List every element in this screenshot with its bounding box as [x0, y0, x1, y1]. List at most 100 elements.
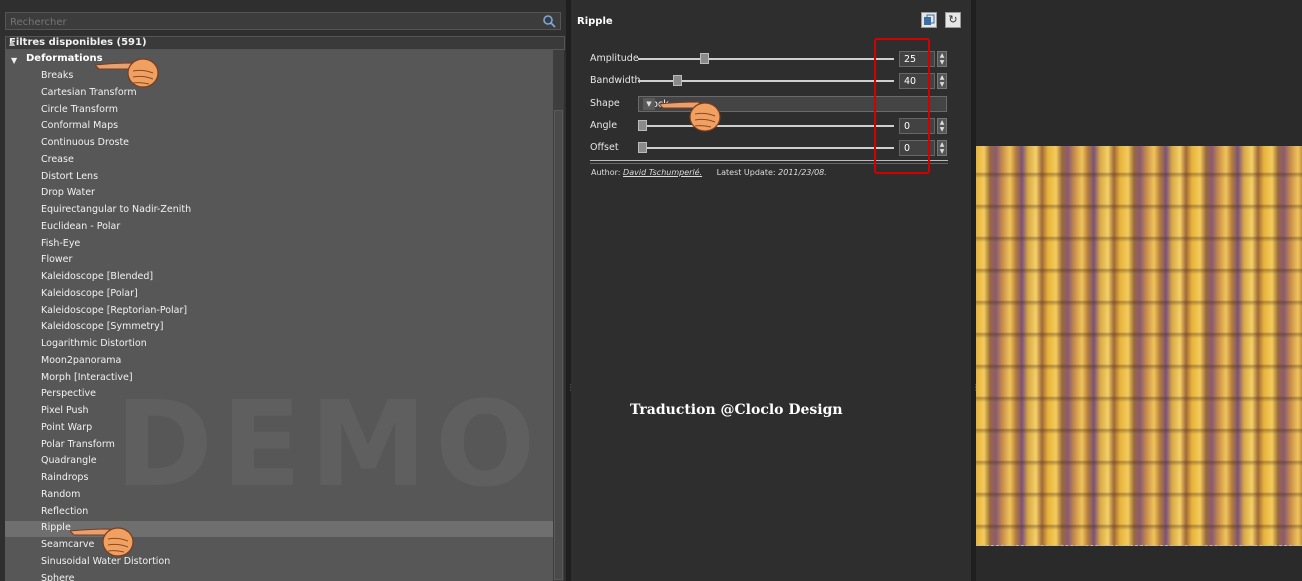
filter-item[interactable]: Kaleidoscope [Polar]	[5, 287, 553, 303]
filter-item[interactable]: Equirectangular to Nadir-Zenith	[5, 203, 553, 219]
filter-item[interactable]: Logarithmic Distortion	[5, 337, 553, 353]
translation-credit: Traduction @Cloclo Design	[630, 402, 843, 418]
filter-item-label: Random	[41, 488, 81, 500]
filter-item-label: Moon2panorama	[41, 354, 122, 366]
param-label: Bandwidth	[590, 75, 641, 86]
update-label: Latest Update:	[716, 168, 776, 177]
filter-item-label: Euclidean - Polar	[41, 220, 121, 232]
copy-to-input-button[interactable]	[921, 12, 937, 28]
filter-item[interactable]: Perspective	[5, 387, 553, 403]
filter-item[interactable]: Raindrops	[5, 471, 553, 487]
filter-item[interactable]: Conformal Maps	[5, 119, 553, 135]
filter-item-label: Logarithmic Distortion	[41, 338, 147, 349]
param-label: Amplitude	[590, 53, 639, 64]
preview-image[interactable]	[976, 146, 1302, 546]
layers-icon	[924, 14, 935, 25]
search-icon[interactable]	[542, 14, 556, 28]
filter-item-label: Crease	[41, 153, 74, 165]
filters-panel: Filtres disponibles (591) ▲ DEMO VERS ▼ …	[0, 0, 566, 581]
author-line: Author: David Tschumperlé. Latest Update…	[591, 168, 827, 177]
preview-panel	[976, 0, 1302, 581]
param-label: Angle	[590, 120, 618, 131]
slider-handle[interactable]	[672, 75, 682, 86]
slider-handle[interactable]	[699, 53, 709, 64]
filters-tree: DEMO VERS ▼ Deformations BreaksCartesian…	[5, 50, 553, 581]
filter-item[interactable]: Circle Transform	[5, 103, 553, 119]
filters-scrollbar[interactable]	[553, 50, 564, 581]
filter-item-label: Sphere	[41, 572, 75, 581]
expand-triangle-icon[interactable]: ▼	[11, 56, 17, 65]
filter-item-label: Quadrangle	[41, 455, 97, 467]
filter-item[interactable]: Fish-Eye	[5, 237, 553, 253]
filter-item-label: Pixel Push	[41, 405, 89, 416]
filter-item[interactable]: Distort Lens	[5, 170, 553, 186]
search-box[interactable]	[5, 12, 561, 30]
filter-item-label: Continuous Droste	[41, 137, 130, 148]
filter-item-label: Raindrops	[41, 472, 89, 483]
filter-settings-panel: Ripple ↻ Amplitude 25 ▲ ▼ Bandwidth 40 ▲ ▼ Shape…	[571, 0, 971, 581]
slider-track[interactable]	[638, 58, 894, 60]
slider-handle[interactable]	[638, 120, 647, 131]
filter-item[interactable]: Polar Transform	[5, 438, 553, 454]
filter-item[interactable]: Kaleidoscope [Symmetry]	[5, 320, 553, 336]
author-link[interactable]: David Tschumperlé.	[623, 168, 702, 177]
spin-arrows-icon[interactable]: ▲ ▼	[937, 51, 947, 67]
filter-item-label: Kaleidoscope [Reptorian-Polar]	[41, 304, 188, 316]
scrollbar-thumb[interactable]	[554, 110, 563, 580]
category-label: Deformations	[26, 53, 103, 64]
filter-item[interactable]: Sphere	[5, 572, 553, 581]
filter-item-label: Equirectangular to Nadir-Zenith	[41, 204, 192, 215]
filter-item[interactable]: Cartesian Transform	[5, 86, 553, 102]
refresh-icon: ↻	[948, 13, 958, 26]
filter-item-label: Kaleidoscope [Polar]	[41, 287, 138, 299]
update-date: 2011/23/08.	[778, 168, 827, 177]
category-deformations[interactable]: ▼ Deformations	[5, 52, 553, 68]
slider-handle[interactable]	[638, 142, 647, 153]
spin-arrows-icon[interactable]: ▲ ▼	[937, 73, 947, 89]
filter-item[interactable]: Morph [Interactive]	[5, 371, 553, 387]
filter-item[interactable]: Moon2panorama	[5, 354, 553, 370]
spin-arrows-icon[interactable]: ▲ ▼	[937, 140, 947, 156]
spin-arrows-icon[interactable]: ▲ ▼	[937, 118, 947, 134]
filter-item[interactable]: Pixel Push	[5, 404, 553, 420]
search-input[interactable]	[8, 14, 542, 30]
filter-title: Ripple	[577, 16, 613, 27]
pointing-hand-icon	[659, 101, 721, 132]
splitter-grip[interactable]: ⋮	[567, 384, 575, 400]
filter-item-label: Polar Transform	[41, 438, 115, 450]
filter-item[interactable]: Flower	[5, 253, 553, 269]
filter-item[interactable]: Point Warp	[5, 421, 553, 437]
filter-item[interactable]: Kaleidoscope [Blended]	[5, 270, 553, 286]
filter-item[interactable]: Quadrangle	[5, 454, 553, 470]
filter-item-label: Kaleidoscope [Symmetry]	[41, 321, 164, 333]
filter-item-label: Breaks	[41, 70, 74, 81]
filter-item[interactable]: Random	[5, 488, 553, 504]
filter-item[interactable]: Drop Water	[5, 186, 553, 202]
highlight-box	[874, 38, 930, 174]
filter-item-label: Circle Transform	[41, 103, 118, 115]
filter-item[interactable]: Euclidean - Polar	[5, 220, 553, 236]
filter-item-label: Kaleidoscope [Blended]	[41, 271, 154, 282]
reset-button[interactable]: ↻	[945, 12, 961, 28]
pointing-hand-icon	[95, 58, 159, 88]
filters-list-header: Filtres disponibles (591) ▲	[5, 36, 565, 50]
dropdown-arrow-icon[interactable]: ▼	[643, 98, 655, 110]
param-label: Offset	[590, 142, 619, 153]
filter-item[interactable]: Continuous Droste	[5, 136, 553, 152]
filter-item[interactable]: Breaks	[5, 69, 553, 85]
filter-item-label: Reflection	[41, 505, 89, 517]
splitter-grip[interactable]: ⋮	[972, 384, 980, 400]
author-label: Author:	[591, 168, 621, 177]
pointing-hand-icon	[70, 527, 134, 557]
filter-item[interactable]: Reflection	[5, 505, 553, 521]
filter-item-label: Ripple	[41, 522, 71, 534]
filter-item-label: Distort Lens	[41, 170, 99, 182]
slider-track[interactable]	[638, 147, 894, 149]
filter-item-label: Perspective	[41, 388, 97, 400]
collapse-up-icon[interactable]: ▲	[9, 38, 560, 47]
filter-item-label: Point Warp	[41, 421, 93, 433]
filter-item-label: Fish-Eye	[41, 237, 81, 249]
filter-item-label: Drop Water	[41, 187, 95, 199]
filter-item[interactable]: Kaleidoscope [Reptorian-Polar]	[5, 304, 553, 320]
filter-item[interactable]: Crease	[5, 153, 553, 169]
